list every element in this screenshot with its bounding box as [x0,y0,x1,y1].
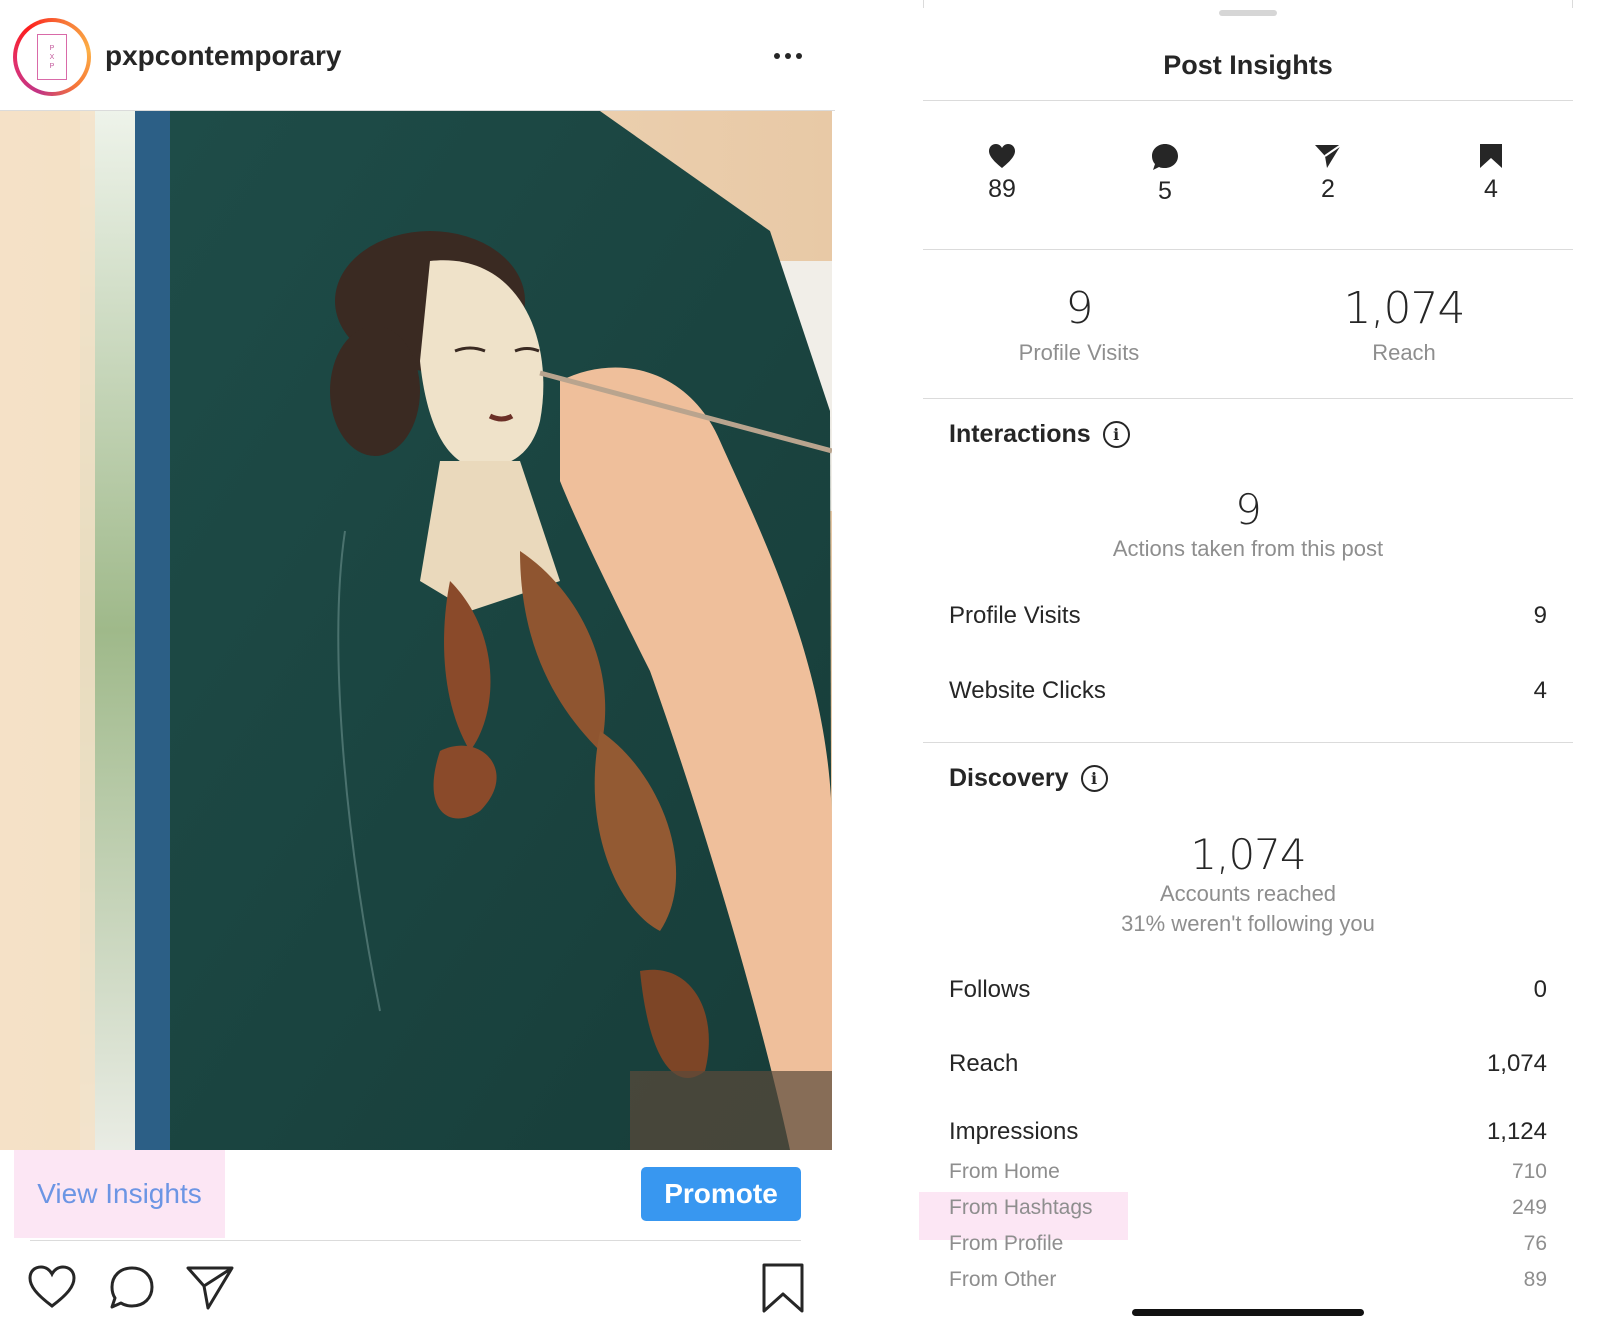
interaction-row-website-clicks: Website Clicks 4 [949,677,1547,704]
divider [30,1240,801,1241]
home-indicator[interactable] [1132,1309,1364,1316]
bookmark-icon [1480,144,1502,168]
interactions-total: 9 Actions taken from this post [1112,485,1384,561]
comment-icon [1152,144,1178,170]
view-insights-link[interactable]: View Insights [14,1150,225,1238]
summary-reach: 1,074 Reach [1343,283,1466,365]
discovery-heading: Discovery i [949,764,1108,793]
divider [923,742,1573,743]
comment-icon[interactable] [106,1262,158,1314]
interactions-heading: Interactions i [949,420,1130,449]
sheet-title: Post Insights [1163,50,1333,80]
heart-icon[interactable] [26,1262,78,1314]
discovery-row-reach: Reach 1,074 [949,1050,1547,1077]
impression-source-home: From Home 710 [949,1160,1547,1183]
post-header: P X P pxpcontemporary [0,0,835,111]
post-insights-sheet: Post Insights 89 5 2 4 9 Profile Visits … [919,0,1573,1324]
info-icon[interactable]: i [1102,421,1130,448]
divider [923,398,1573,399]
username[interactable]: pxpcontemporary [105,40,342,72]
divider [923,249,1573,250]
engagement-comments: 5 [1125,143,1205,206]
post-action-row [0,1252,835,1324]
engagement-shares: 2 [1288,143,1368,204]
heart-icon [989,144,1015,168]
share-icon[interactable] [184,1262,236,1314]
pxp-logo-icon: P X P [37,34,67,80]
insights-bar: View Insights Promote [0,1150,835,1240]
post-video[interactable] [0,111,832,1150]
impression-source-other: From Other 89 [949,1268,1547,1291]
engagement-likes: 89 [962,143,1042,204]
info-icon[interactable]: i [1080,765,1108,792]
discovery-total: 1,074 Accounts reached 31% weren't follo… [1121,830,1375,936]
impression-source-profile: From Profile 76 [949,1232,1547,1255]
bookmark-icon[interactable] [757,1262,809,1314]
promote-button[interactable]: Promote [641,1167,801,1221]
discovery-row-impressions: Impressions 1,124 [949,1118,1547,1145]
interaction-row-profile-visits: Profile Visits 9 [949,602,1547,629]
impression-source-hashtags: From Hashtags 249 [949,1196,1547,1219]
more-options-icon[interactable] [768,42,808,70]
instagram-post: P X P pxpcontemporary View Insights Prom… [0,0,835,1324]
discovery-row-follows: Follows 0 [949,976,1547,1003]
share-icon [1315,144,1342,168]
sheet-grabber[interactable] [1219,10,1277,16]
divider [923,100,1573,101]
engagement-saves: 4 [1451,143,1531,204]
avatar[interactable]: P X P [13,18,91,96]
summary-profile-visits: 9 Profile Visits [1018,283,1140,365]
